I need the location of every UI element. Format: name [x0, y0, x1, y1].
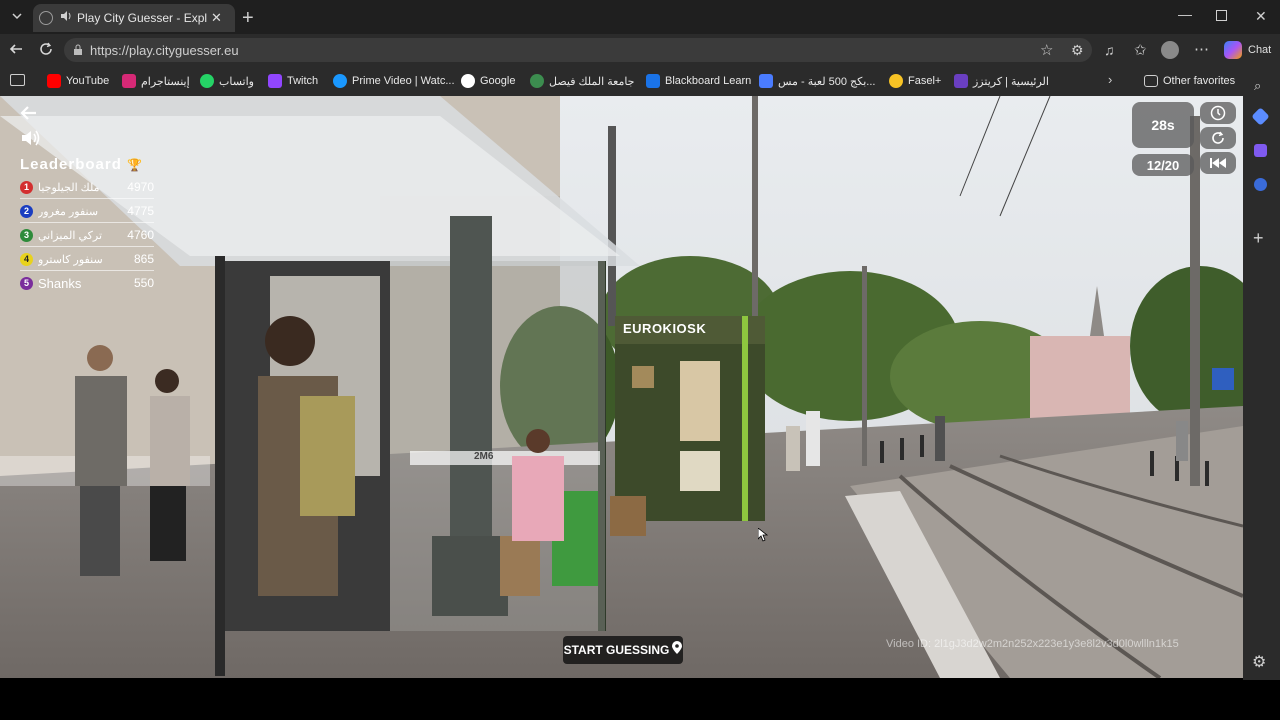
rank-badge: 2: [20, 204, 33, 218]
site-info-icon[interactable]: [72, 43, 84, 61]
instagram-icon: [122, 74, 136, 88]
more-options-icon[interactable]: ⋯: [1194, 40, 1209, 58]
tab-loading-icon: [39, 11, 53, 25]
favorite-prime-video[interactable]: Prime Video | Watc...: [333, 72, 455, 90]
browser-tab[interactable]: Play City Guesser - Explore th ✕: [33, 4, 235, 32]
sound-icon[interactable]: [20, 128, 42, 153]
favorite-blackboard[interactable]: Blackboard Learn: [646, 72, 751, 90]
map-pin-icon: [672, 641, 683, 659]
tab-list-icon[interactable]: [6, 9, 28, 25]
video-id: Video ID: 2l1gJ3d2w2m2n252x223e1y3e8l2v3…: [886, 638, 1179, 650]
more-favorites-icon[interactable]: ›: [1108, 72, 1112, 87]
favorite-whatsapp[interactable]: واتساب: [200, 72, 254, 90]
copilot-icon[interactable]: [1224, 41, 1242, 59]
blackboard-icon: [646, 74, 660, 88]
start-guessing-button[interactable]: START GUESSING: [563, 636, 683, 664]
street-video[interactable]: EUROKIOSK 2M6 Leaderboard 🏆 1 ملك الجيلو…: [0, 96, 1243, 678]
player-score: 4970: [127, 180, 154, 194]
rank-badge: 3: [20, 228, 33, 242]
back-arrow-icon[interactable]: [18, 102, 40, 129]
round-counter: 12/20: [1132, 154, 1194, 176]
player-name: تركي الميزاني: [38, 229, 103, 242]
maximize-icon[interactable]: [1216, 10, 1227, 21]
favorite-instagram[interactable]: إينستاجرام: [122, 72, 190, 90]
rank-badge: 5: [20, 276, 33, 290]
player-score: 4775: [127, 204, 154, 218]
start-guessing-label: START GUESSING: [563, 643, 670, 657]
leaderboard-title: Leaderboard 🏆: [20, 156, 143, 173]
whatsapp-icon: [200, 74, 214, 88]
leaderboard-row: 2 سنفور مغرور 4775: [20, 200, 154, 223]
tab-close-icon[interactable]: ✕: [211, 10, 222, 26]
kiosk-sign: EUROKIOSK: [623, 321, 707, 336]
fasel-icon: [889, 74, 903, 88]
chat-label[interactable]: Chat: [1248, 44, 1271, 56]
player-name: سنفور مغرور: [38, 205, 99, 218]
favorite-games-pack[interactable]: بكج 500 لعبة - مس...: [759, 72, 875, 90]
crits-icon: [954, 74, 968, 88]
player-score: 4760: [127, 228, 154, 242]
favorite-twitch[interactable]: Twitch: [268, 72, 318, 90]
favorite-crits[interactable]: الرئيسية | كريتزز: [954, 72, 1049, 90]
back-icon[interactable]: [8, 41, 24, 62]
trophy-icon: 🏆: [127, 158, 143, 172]
street-scene-image: [0, 96, 1243, 678]
bottom-bar: [0, 680, 1280, 720]
leaderboard-row: 5 Shanks 550: [20, 272, 154, 294]
twitch-icon: [268, 74, 282, 88]
sidebar-games-icon[interactable]: [1254, 144, 1267, 157]
favorite-kfu[interactable]: جامعة الملك فيصل: [530, 72, 635, 90]
reload-icon[interactable]: [1200, 127, 1236, 149]
rank-badge: 1: [20, 180, 33, 194]
window-close-icon[interactable]: ✕: [1255, 8, 1267, 25]
favorites-bar: [0, 66, 1280, 96]
tab-title: Play City Guesser - Explore th: [77, 11, 207, 25]
youtube-icon: [47, 74, 61, 88]
favorite-star-icon[interactable]: ☆: [1040, 41, 1053, 59]
player-score: 865: [133, 252, 154, 266]
profile-avatar[interactable]: [1161, 41, 1179, 59]
read-aloud-icon[interactable]: ♫: [1104, 42, 1115, 58]
extensions-icon[interactable]: ⚙: [1071, 42, 1084, 59]
shelter-code: 2M6: [474, 451, 494, 462]
favorites-icon[interactable]: ✩: [1134, 41, 1147, 59]
player-name: سنفور كاسترو: [38, 253, 103, 266]
refresh-icon[interactable]: [38, 41, 54, 62]
folder-icon: [1144, 75, 1158, 87]
player-name: Shanks: [38, 275, 82, 291]
rank-badge: 4: [20, 252, 33, 266]
favorite-google[interactable]: Google: [461, 72, 515, 90]
new-tab-icon[interactable]: +: [242, 7, 254, 30]
player-score: 550: [133, 276, 154, 290]
tab-audio-icon[interactable]: [59, 9, 73, 28]
document-icon: [759, 74, 773, 88]
favorite-fasel[interactable]: Fasel+: [889, 72, 941, 90]
favorite-youtube[interactable]: YouTube: [47, 72, 109, 90]
sidebar-outlook-icon[interactable]: [1254, 178, 1267, 191]
kfu-icon: [530, 74, 544, 88]
leaderboard-row: 1 ملك الجيلوجيا 4970: [20, 176, 154, 199]
url-text[interactable]: https://play.cityguesser.eu: [90, 43, 239, 58]
player-name: ملك الجيلوجيا: [38, 181, 100, 194]
leaderboard-row: 4 سنفور كاسترو 865: [20, 248, 154, 271]
mouse-cursor: [757, 527, 769, 547]
timer-icon[interactable]: [1200, 102, 1236, 124]
prime-video-icon: [333, 74, 347, 88]
leaderboard-row: 3 تركي الميزاني 4760: [20, 224, 154, 247]
google-icon: [461, 74, 475, 88]
other-favorites[interactable]: Other favorites: [1144, 72, 1235, 90]
sidebar-search-icon[interactable]: ⌕: [1254, 78, 1261, 94]
timer-display: 28s: [1132, 102, 1194, 148]
collections-icon[interactable]: [10, 74, 25, 86]
sidebar-add-icon[interactable]: +: [1253, 228, 1264, 249]
rewind-icon[interactable]: [1200, 152, 1236, 174]
minimize-icon[interactable]: —: [1178, 6, 1192, 22]
sidebar-settings-icon[interactable]: ⚙: [1252, 652, 1266, 672]
